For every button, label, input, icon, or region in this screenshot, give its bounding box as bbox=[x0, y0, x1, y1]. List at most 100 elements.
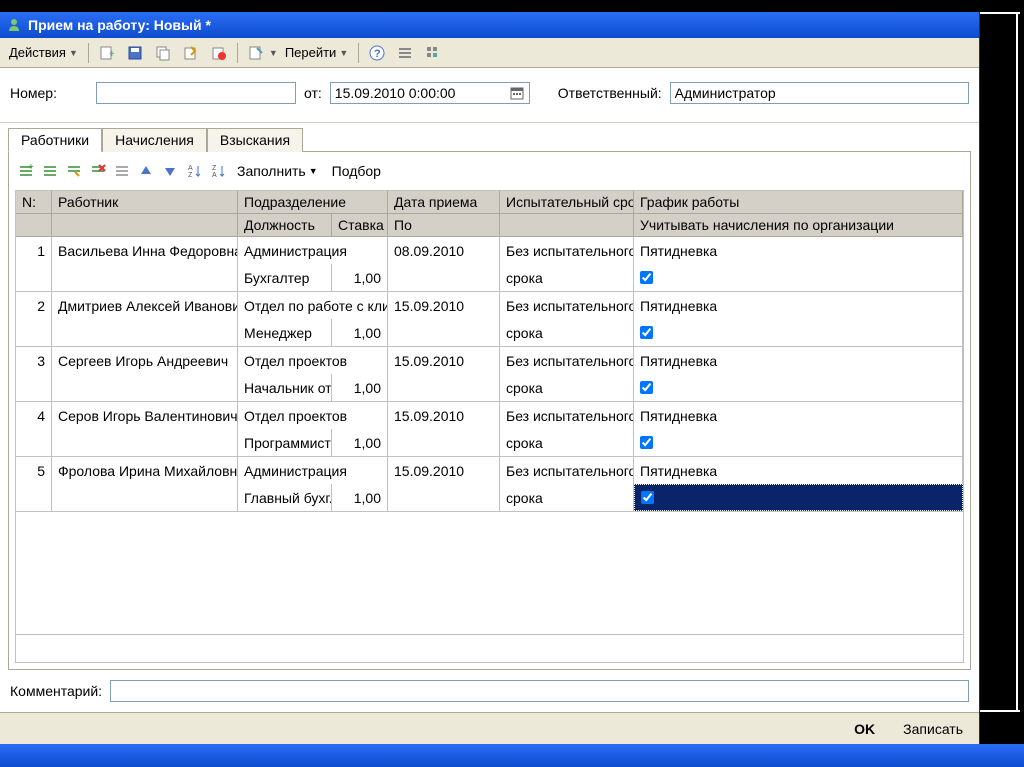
calendar-icon[interactable] bbox=[509, 85, 525, 101]
help-icon[interactable]: ? bbox=[364, 41, 390, 65]
cell-dept[interactable]: Отдел проектов bbox=[238, 402, 388, 429]
cell-trial[interactable]: Без испытательного bbox=[500, 457, 634, 484]
fill-menu[interactable]: Заполнить▼ bbox=[231, 160, 324, 182]
tab-workers[interactable]: Работники bbox=[8, 128, 102, 152]
grid-add-icon[interactable]: + bbox=[15, 160, 37, 182]
col-rate[interactable]: Ставка bbox=[332, 214, 388, 237]
cell-date[interactable]: 15.09.2010 bbox=[388, 347, 500, 374]
cell-worker[interactable]: Фролова Ирина Михайловна bbox=[52, 457, 238, 484]
cell-position[interactable]: Начальник от... bbox=[238, 374, 332, 401]
date-input[interactable]: 15.09.2010 0:00:00 bbox=[330, 82, 530, 104]
grid-movedown-icon[interactable] bbox=[159, 160, 181, 182]
cell-number[interactable]: 2 bbox=[16, 292, 52, 319]
cell-date[interactable]: 15.09.2010 bbox=[388, 402, 500, 429]
accrue-checkbox[interactable] bbox=[640, 326, 653, 339]
col-accrueorg[interactable]: Учитывать начисления по организации bbox=[634, 214, 963, 237]
cell-dateto[interactable] bbox=[388, 429, 500, 456]
table-row[interactable]: 3Сергеев Игорь АндреевичОтдел проектов15… bbox=[16, 347, 963, 402]
cell-trial[interactable]: Без испытательного bbox=[500, 402, 634, 429]
cell-position[interactable]: Главный бухг... bbox=[238, 484, 332, 511]
ok-button[interactable]: OK bbox=[844, 717, 885, 741]
cell-dept[interactable]: Администрация bbox=[238, 457, 388, 484]
cell-schedule[interactable]: Пятидневка bbox=[634, 292, 963, 319]
cell-accrue-check[interactable] bbox=[634, 319, 963, 346]
cell-position[interactable]: Бухгалтер bbox=[238, 264, 332, 291]
cell-schedule[interactable]: Пятидневка bbox=[634, 457, 963, 484]
cell-number[interactable]: 5 bbox=[16, 457, 52, 484]
cell-trial[interactable]: Без испытательного bbox=[500, 347, 634, 374]
tb-icon-basedoc[interactable] bbox=[243, 41, 269, 65]
grid-clear-icon[interactable] bbox=[111, 160, 133, 182]
grid-edit-icon[interactable] bbox=[63, 160, 85, 182]
col-trial[interactable]: Испытательный срок bbox=[500, 191, 634, 214]
cell-dateto[interactable] bbox=[388, 319, 500, 346]
col-dept[interactable]: Подразделение bbox=[238, 191, 388, 214]
cell-dateto[interactable] bbox=[388, 264, 500, 291]
cell-worker[interactable]: Серов Игорь Валентинович bbox=[52, 402, 238, 429]
tab-penalties[interactable]: Взыскания bbox=[207, 128, 303, 152]
accrue-checkbox[interactable] bbox=[640, 436, 653, 449]
cell-trial[interactable]: Без испытательного bbox=[500, 237, 634, 264]
cell-date[interactable]: 15.09.2010 bbox=[388, 292, 500, 319]
grid-addcopy-icon[interactable] bbox=[39, 160, 61, 182]
table-row[interactable]: 2Дмитриев Алексей ИвановичОтдел по работ… bbox=[16, 292, 963, 347]
cell-rate[interactable]: 1,00 bbox=[332, 264, 388, 291]
cell-dept[interactable]: Администрация bbox=[238, 237, 388, 264]
col-schedule[interactable]: График работы bbox=[634, 191, 963, 214]
table-row[interactable]: 5Фролова Ирина МихайловнаАдминистрация15… bbox=[16, 457, 963, 512]
cell-dateto[interactable] bbox=[388, 484, 500, 511]
tb-icon-unpost[interactable] bbox=[206, 41, 232, 65]
tb-icon-list[interactable] bbox=[392, 41, 418, 65]
cell-trial[interactable]: Без испытательного bbox=[500, 292, 634, 319]
cell-worker[interactable]: Дмитриев Алексей Иванович bbox=[52, 292, 238, 319]
cell-position[interactable]: Программист bbox=[238, 429, 332, 456]
col-hireto[interactable]: По bbox=[388, 214, 500, 237]
cell-trial2[interactable]: срока bbox=[500, 319, 634, 346]
pick-button[interactable]: Подбор bbox=[326, 160, 387, 182]
grid-moveup-icon[interactable] bbox=[135, 160, 157, 182]
col-position[interactable]: Должность bbox=[238, 214, 332, 237]
cell-dateto[interactable] bbox=[388, 374, 500, 401]
accrue-checkbox[interactable] bbox=[640, 271, 653, 284]
cell-schedule[interactable]: Пятидневка bbox=[634, 237, 963, 264]
cell-dept[interactable]: Отдел проектов bbox=[238, 347, 388, 374]
cell-schedule[interactable]: Пятидневка bbox=[634, 402, 963, 429]
accrue-checkbox[interactable] bbox=[640, 381, 653, 394]
cell-worker[interactable]: Сергеев Игорь Андреевич bbox=[52, 347, 238, 374]
tb-icon-add[interactable]: + bbox=[94, 41, 120, 65]
tb-icon-save[interactable] bbox=[122, 41, 148, 65]
cell-accrue-check[interactable] bbox=[634, 429, 963, 456]
cell-accrue-check[interactable] bbox=[634, 374, 963, 401]
tb-icon-post[interactable] bbox=[178, 41, 204, 65]
cell-trial2[interactable]: срока bbox=[500, 374, 634, 401]
table-row[interactable]: 1Васильева Инна ФедоровнаАдминистрация08… bbox=[16, 237, 963, 292]
cell-rate[interactable]: 1,00 bbox=[332, 429, 388, 456]
cell-schedule[interactable]: Пятидневка bbox=[634, 347, 963, 374]
actions-menu[interactable]: Действия▼ bbox=[4, 41, 83, 65]
cell-trial2[interactable]: срока bbox=[500, 484, 634, 511]
comment-input[interactable] bbox=[110, 680, 969, 702]
col-worker[interactable]: Работник bbox=[52, 191, 238, 214]
cell-number[interactable]: 1 bbox=[16, 237, 52, 264]
tab-accruals[interactable]: Начисления bbox=[102, 128, 207, 152]
accrue-checkbox[interactable] bbox=[641, 491, 654, 504]
cell-position[interactable]: Менеджер bbox=[238, 319, 332, 346]
cell-number[interactable]: 3 bbox=[16, 347, 52, 374]
grid-sortdesc-icon[interactable]: ZA bbox=[207, 160, 229, 182]
cell-rate[interactable]: 1,00 bbox=[332, 319, 388, 346]
cell-number[interactable]: 4 bbox=[16, 402, 52, 429]
cell-trial2[interactable]: срока bbox=[500, 264, 634, 291]
cell-accrue-check[interactable] bbox=[634, 264, 963, 291]
cell-accrue-check[interactable] bbox=[634, 484, 963, 511]
grid-delete-icon[interactable] bbox=[87, 160, 109, 182]
number-input[interactable] bbox=[96, 82, 296, 104]
responsible-input[interactable] bbox=[670, 82, 969, 104]
cell-date[interactable]: 08.09.2010 bbox=[388, 237, 500, 264]
tb-icon-copy[interactable] bbox=[150, 41, 176, 65]
cell-trial2[interactable]: срока bbox=[500, 429, 634, 456]
goto-menu[interactable]: Перейти▼ bbox=[280, 41, 353, 65]
save-button[interactable]: Записать bbox=[893, 717, 973, 741]
titlebar[interactable]: Прием на работу: Новый * bbox=[0, 12, 979, 38]
tb-icon-settings[interactable] bbox=[420, 41, 446, 65]
cell-worker[interactable]: Васильева Инна Федоровна bbox=[52, 237, 238, 264]
